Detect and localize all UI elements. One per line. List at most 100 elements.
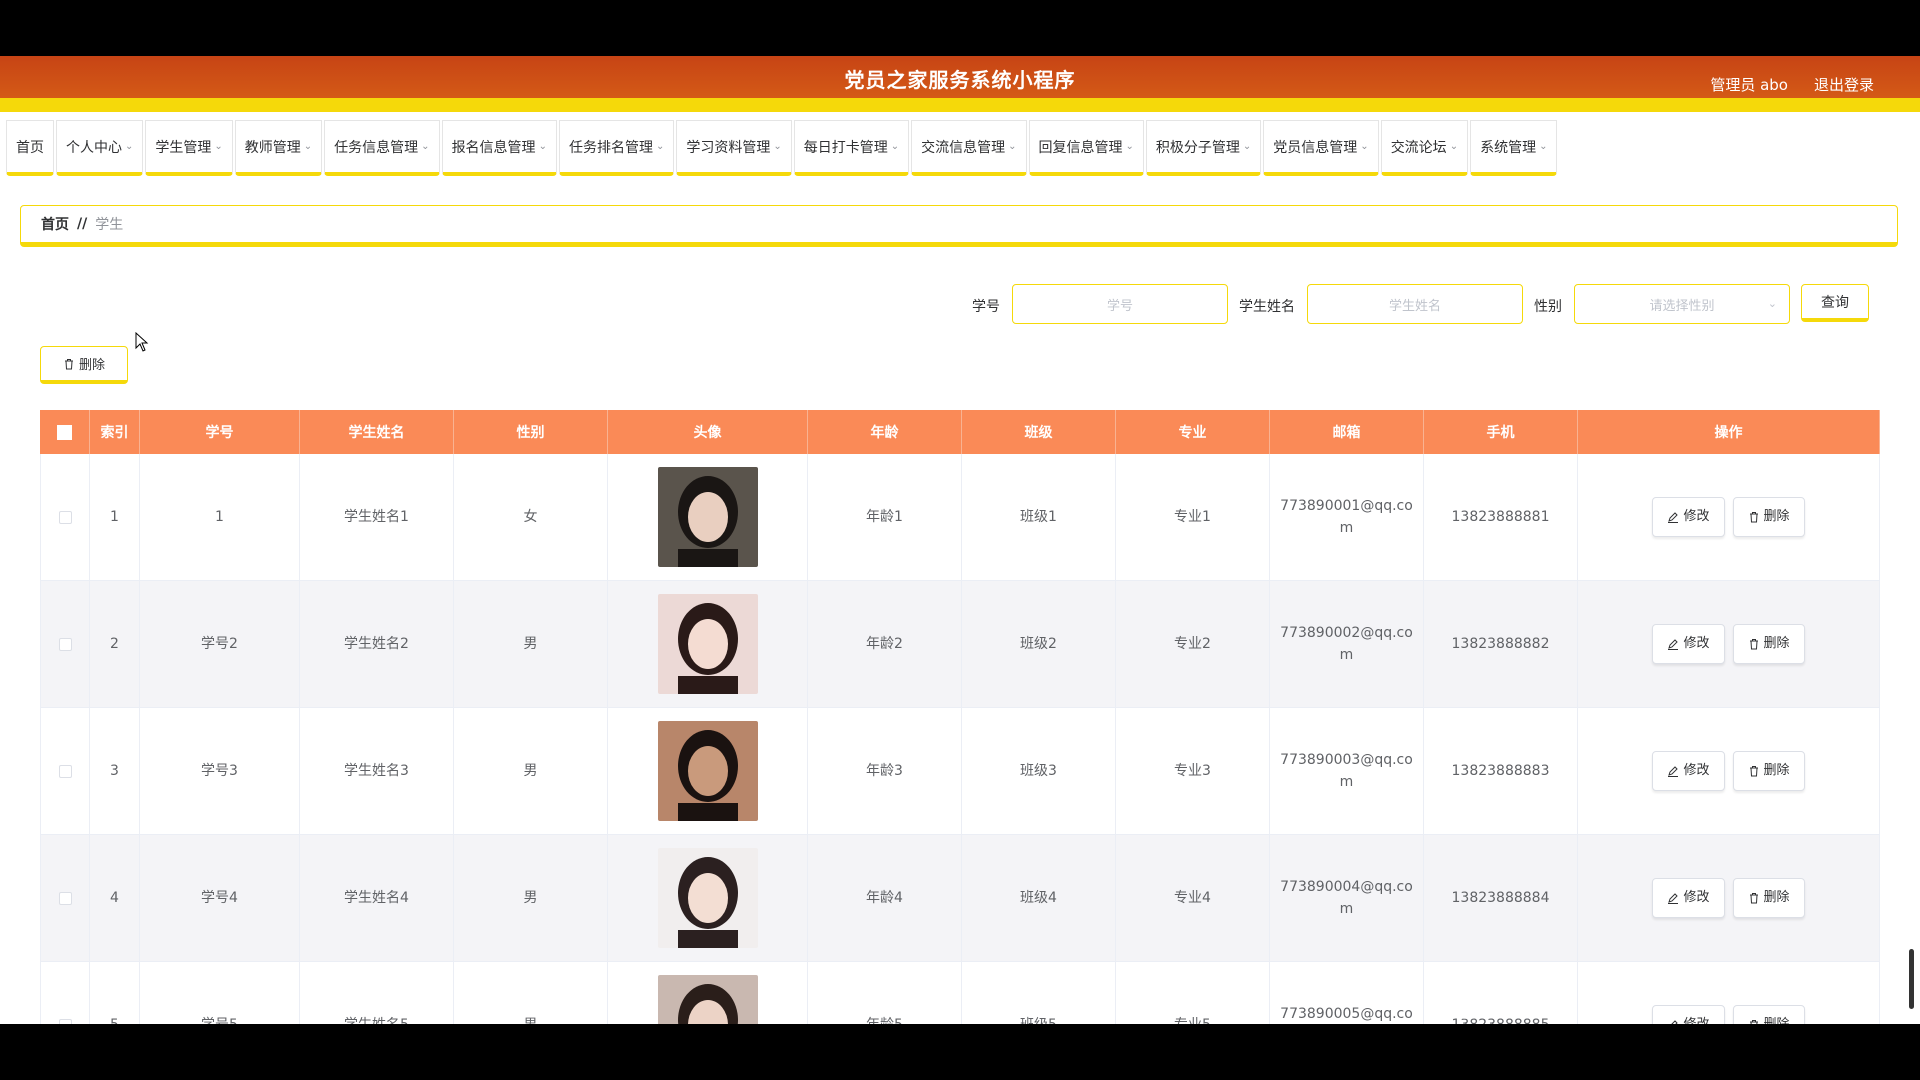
edit-label: 修改 bbox=[1683, 890, 1710, 905]
actions-cell: 修改 删除 bbox=[1578, 581, 1880, 707]
cell-class: 班级3 bbox=[962, 708, 1116, 834]
cell-major: 专业1 bbox=[1116, 454, 1270, 580]
nav-item-6[interactable]: 任务排名管理 ⌄ bbox=[558, 120, 675, 176]
trash-icon bbox=[1749, 512, 1758, 523]
nav-item-label: 每日打卡管理 bbox=[803, 139, 888, 156]
avatar-cell bbox=[608, 962, 808, 1024]
delete-button[interactable]: 删除 bbox=[1732, 497, 1805, 537]
cell-major: 专业2 bbox=[1116, 581, 1270, 707]
edit-label: 修改 bbox=[1683, 1014, 1709, 1024]
cell-class: 班级4 bbox=[962, 835, 1116, 961]
cell-name: 学生姓名2 bbox=[300, 581, 454, 707]
row-checkbox[interactable] bbox=[58, 510, 72, 524]
column-header: 学号 bbox=[140, 410, 300, 454]
edit-button[interactable]: 修改 bbox=[1652, 624, 1725, 664]
cell-phone: 13823888883 bbox=[1424, 708, 1578, 834]
breadcrumb-current: 学生 bbox=[95, 217, 124, 233]
avatar bbox=[657, 721, 758, 821]
cell-class: 班级2 bbox=[962, 581, 1116, 707]
avatar-cell bbox=[608, 581, 808, 707]
avatar bbox=[657, 975, 758, 1024]
avatar bbox=[657, 848, 758, 948]
cell-gender: 男 bbox=[454, 708, 608, 834]
edit-button[interactable]: 修改 bbox=[1652, 751, 1725, 791]
logout-link[interactable]: 退出登录 bbox=[1814, 74, 1874, 95]
edit-icon bbox=[1668, 639, 1679, 650]
edit-label: 修改 bbox=[1683, 763, 1710, 778]
nav-item-7[interactable]: 学习资料管理 ⌄ bbox=[676, 120, 792, 176]
cell-no: 1 bbox=[140, 454, 300, 580]
edit-button[interactable]: 修改 bbox=[1652, 497, 1725, 537]
delete-button[interactable]: 删除 bbox=[1732, 751, 1805, 791]
nav-item-11[interactable]: 积极分子管理 ⌄ bbox=[1145, 120, 1262, 176]
breadcrumb-home[interactable]: 首页 bbox=[41, 214, 69, 234]
cell-name: 学生姓名3 bbox=[300, 708, 454, 834]
actions-cell: 修改 删除 bbox=[1578, 962, 1880, 1024]
column-header: 年龄 bbox=[808, 410, 962, 454]
scrollbar[interactable] bbox=[1909, 949, 1914, 1009]
cell-age: 年龄3 bbox=[808, 708, 962, 834]
row-checkbox[interactable] bbox=[58, 891, 72, 905]
select-all-checkbox-cell bbox=[40, 410, 90, 454]
app-screen: 党员之家服务系统小程序 管理员 abo 退出登录 首页 个人中心 ⌄ 学生管理 ⌄ 教师管… bbox=[0, 56, 1920, 1024]
column-header: 专业 bbox=[1116, 410, 1270, 454]
edit-icon bbox=[1671, 1020, 1679, 1024]
nav-item-3[interactable]: 教师管理 ⌄ bbox=[234, 120, 323, 176]
delete-label: 删除 bbox=[1763, 890, 1790, 905]
trash-icon bbox=[1749, 639, 1758, 650]
edit-button[interactable]: 修改 bbox=[1652, 878, 1725, 918]
table-body: 1 1 学生姓名1 女年龄1 班级1 专业1 773890001@qq.com 1382388… bbox=[40, 454, 1880, 1024]
cell-phone: 13823888882 bbox=[1424, 581, 1578, 707]
nav-item-9[interactable]: 交流信息管理 ⌄ bbox=[911, 120, 1027, 176]
gender-select[interactable]: 请选择性别 ⌄ bbox=[1574, 284, 1790, 324]
nav-item-4[interactable]: 任务信息管理 ⌄ bbox=[324, 120, 440, 176]
cell-no: 学号5 bbox=[140, 962, 300, 1024]
trash-icon bbox=[64, 358, 73, 369]
row-checkbox[interactable] bbox=[58, 1018, 72, 1024]
nav-item-5[interactable]: 报名信息管理 ⌄ bbox=[441, 120, 557, 176]
edit-button[interactable]: 修改 bbox=[1652, 1005, 1725, 1024]
chevron-down-icon: ⌄ bbox=[1539, 141, 1548, 152]
nav-item-8[interactable]: 每日打卡管理 ⌄ bbox=[793, 120, 910, 176]
delete-button[interactable]: 删除 bbox=[1732, 1005, 1805, 1024]
chevron-down-icon: ⌄ bbox=[1767, 297, 1777, 310]
cell-email: 773890005@qq.com bbox=[1270, 962, 1424, 1024]
row-checkbox[interactable] bbox=[58, 764, 72, 778]
nav-item-label: 系统管理 bbox=[1480, 139, 1537, 156]
query-button[interactable]: 查询 bbox=[1801, 284, 1869, 322]
nav-item-10[interactable]: 回复信息管理 ⌄ bbox=[1028, 120, 1144, 176]
top-header: 党员之家服务系统小程序 管理员 abo 退出登录 bbox=[0, 56, 1920, 98]
column-header: 性别 bbox=[454, 410, 608, 454]
nav-item-1[interactable]: 个人中心 ⌄ bbox=[56, 120, 144, 176]
chevron-down-icon: ⌄ bbox=[890, 141, 900, 152]
avatar-cell bbox=[608, 454, 808, 580]
nav-item-14[interactable]: 系统管理 ⌄ bbox=[1470, 120, 1558, 176]
nav-item-0[interactable]: 首页 bbox=[6, 120, 54, 176]
student-name-input[interactable]: 学生姓名 bbox=[1307, 284, 1523, 324]
delete-button[interactable]: 删除 bbox=[1732, 624, 1805, 664]
row-checkbox[interactable] bbox=[58, 637, 72, 651]
nav-item-12[interactable]: 党员信息管理 ⌄ bbox=[1263, 120, 1379, 176]
nav-item-label: 党员信息管理 bbox=[1273, 139, 1358, 156]
nav-item-2[interactable]: 学生管理 ⌄ bbox=[145, 120, 233, 176]
select-all-checkbox[interactable] bbox=[57, 424, 72, 440]
nav-item-label: 积极分子管理 bbox=[1155, 139, 1240, 156]
nav-item-label: 首页 bbox=[16, 139, 44, 156]
edit-label: 修改 bbox=[1683, 509, 1710, 524]
avatar-cell bbox=[608, 708, 808, 834]
chevron-down-icon: ⌄ bbox=[1449, 141, 1459, 152]
delete-label: 删除 bbox=[1763, 636, 1790, 651]
batch-delete-button[interactable]: 删除 bbox=[40, 346, 128, 384]
delete-button[interactable]: 删除 bbox=[1732, 878, 1805, 918]
chevron-down-icon: ⌄ bbox=[303, 141, 313, 152]
cell-major: 专业3 bbox=[1116, 708, 1270, 834]
actions-cell: 修改 删除 bbox=[1578, 708, 1880, 834]
table-row: 3 学号3 学生姓名3 男 年龄3 班级3 专业3 773890003@qq.com 13823… bbox=[40, 708, 1880, 835]
cell-no: 学号3 bbox=[140, 708, 300, 834]
nav-item-label: 学生管理 bbox=[155, 139, 212, 156]
table-row: 4 学号4 学生姓名4 男 年龄4 班级4 专业4 773890004@qq.com 13823… bbox=[40, 835, 1880, 962]
student-no-input[interactable]: 学号 bbox=[1012, 284, 1228, 324]
row-checkbox-cell bbox=[40, 581, 90, 707]
cell-index: 1 bbox=[90, 454, 140, 580]
nav-item-13[interactable]: 交流论坛 ⌄ bbox=[1380, 120, 1469, 176]
